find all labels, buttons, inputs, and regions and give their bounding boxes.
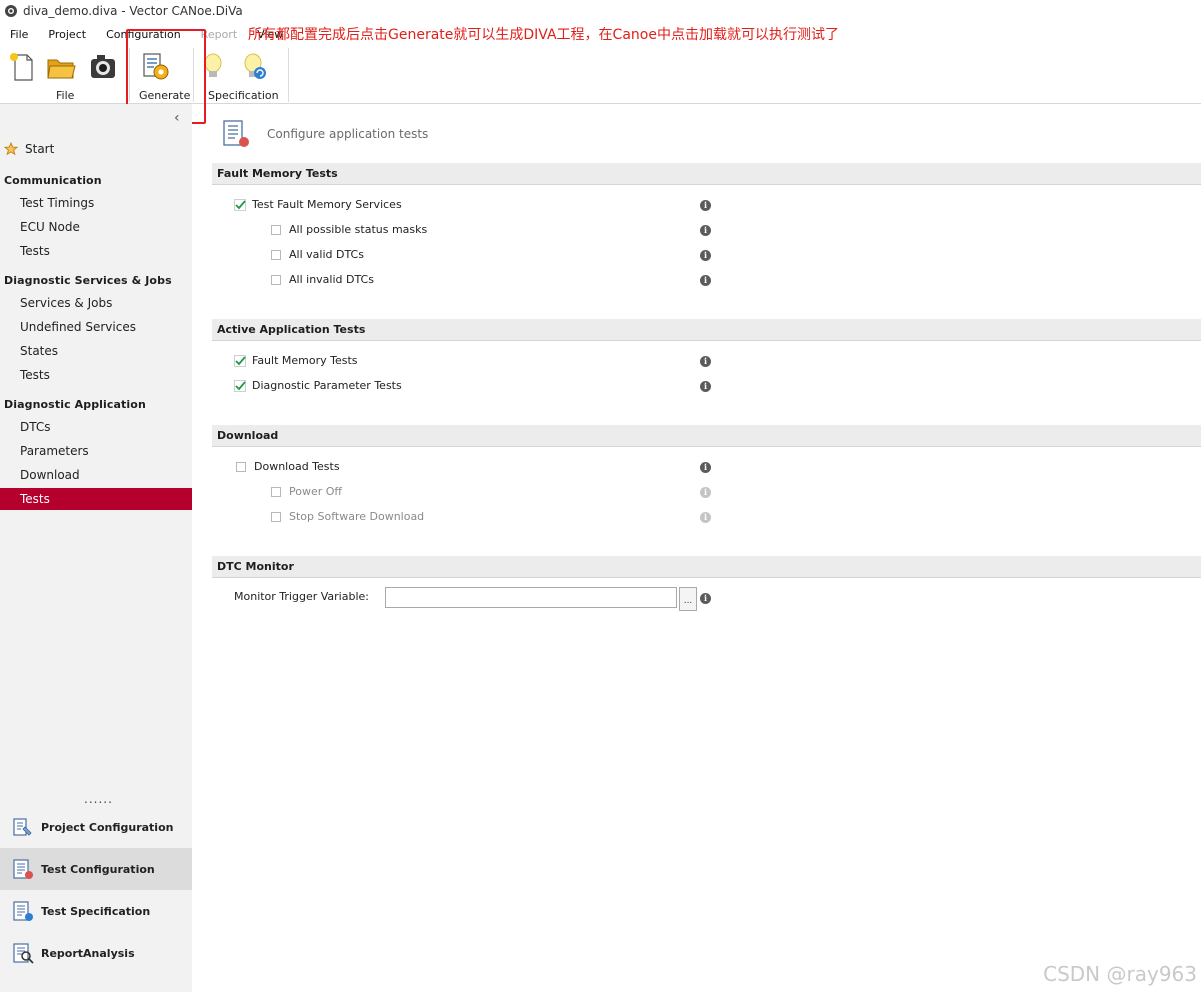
checkbox-stop-software-download[interactable]: Stop Software Download: [271, 510, 424, 523]
checkbox-label: Power Off: [289, 485, 342, 498]
sidebar-item-application-tests[interactable]: Tests: [0, 488, 192, 510]
star-icon: [4, 142, 18, 156]
sidebar-item-start[interactable]: Start: [4, 142, 54, 156]
nav-label: Test Specification: [41, 904, 151, 918]
nav-label: Project Configuration: [41, 820, 174, 834]
info-icon[interactable]: i: [700, 275, 711, 286]
nav-test-specification[interactable]: Test Specification: [0, 890, 192, 932]
sidebar-item-communication-tests[interactable]: Tests: [0, 240, 192, 262]
section-download: Download: [212, 425, 1201, 447]
checkbox-download-tests[interactable]: Download Tests: [236, 460, 340, 473]
checkbox-power-off[interactable]: Power Off: [271, 485, 342, 498]
checkbox-test-fault-memory-services[interactable]: Test Fault Memory Services: [234, 198, 402, 211]
checkbox-label: All valid DTCs: [289, 248, 364, 261]
checkbox-all-invalid-dtcs[interactable]: All invalid DTCs: [271, 273, 374, 286]
checkbox-box: [271, 486, 281, 497]
nav-report-analysis[interactable]: ReportAnalysis: [0, 932, 192, 974]
sidebar-item-label: Start: [25, 142, 55, 156]
section-active-application: Active Application Tests: [212, 319, 1201, 341]
sidebar-item-parameters[interactable]: Parameters: [0, 440, 192, 462]
checkmark-icon: [234, 379, 246, 392]
main-panel: Configure application tests Fault Memory…: [192, 104, 1201, 992]
sidebar-item-download[interactable]: Download: [0, 464, 192, 486]
test-specification-icon: [13, 901, 33, 921]
checkbox-box: [271, 511, 281, 522]
checkbox-label: Diagnostic Parameter Tests: [252, 379, 402, 392]
checkbox-label: Test Fault Memory Services: [252, 198, 402, 211]
sidebar-item-dtcs[interactable]: DTCs: [0, 416, 192, 438]
sidebar-item-test-timings[interactable]: Test Timings: [0, 192, 192, 214]
open-folder-icon[interactable]: [46, 52, 76, 82]
info-icon[interactable]: i: [700, 462, 711, 473]
project-configuration-icon: [13, 818, 32, 836]
monitor-trigger-label: Monitor Trigger Variable:: [234, 590, 369, 603]
checkbox-label: All possible status masks: [289, 223, 428, 236]
checkbox-box: [271, 224, 281, 235]
page-header: Configure application tests: [220, 118, 428, 150]
watermark: CSDN @ray963: [1043, 962, 1197, 986]
browse-button[interactable]: ...: [679, 587, 697, 611]
splitter-dots[interactable]: ......: [84, 792, 113, 806]
sidebar-section-communication: Communication: [4, 174, 102, 187]
checkbox-fault-memory-tests[interactable]: Fault Memory Tests: [234, 354, 358, 367]
lightbulb-refresh-icon[interactable]: [240, 52, 270, 82]
report-analysis-icon: [13, 943, 34, 964]
info-icon[interactable]: i: [700, 512, 711, 523]
page-title: Configure application tests: [267, 127, 429, 141]
sidebar-section-diagnostic-application: Diagnostic Application: [4, 398, 146, 411]
annotation-text: 所有都配置完成后点击Generate就可以生成DIVA工程，在Canoe中点击加…: [248, 27, 839, 43]
info-icon[interactable]: i: [700, 200, 711, 211]
test-configuration-icon: [13, 859, 33, 879]
sidebar-item-services-tests[interactable]: Tests: [0, 364, 192, 386]
checkbox-all-status-masks[interactable]: All possible status masks: [271, 223, 427, 236]
app-logo-icon: [5, 5, 17, 17]
info-icon[interactable]: i: [700, 381, 711, 392]
checkbox-label: Fault Memory Tests: [252, 354, 358, 367]
collapse-chevron-icon[interactable]: ‹: [174, 110, 180, 126]
info-icon[interactable]: i: [700, 356, 711, 367]
checkbox-diagnostic-parameter-tests[interactable]: Diagnostic Parameter Tests: [234, 379, 402, 392]
test-configuration-icon: [223, 120, 249, 147]
checkbox-all-valid-dtcs[interactable]: All valid DTCs: [271, 248, 364, 261]
checkbox-box: [236, 461, 246, 472]
checkbox-label: Download Tests: [254, 460, 340, 473]
checkbox-label: All invalid DTCs: [289, 273, 374, 286]
checkmark-icon: [234, 198, 246, 211]
checkmark-icon: [234, 354, 246, 367]
info-icon[interactable]: i: [700, 250, 711, 261]
nav-project-configuration[interactable]: Project Configuration: [0, 806, 192, 848]
checkbox-label: Stop Software Download: [289, 510, 425, 523]
window-title: diva_demo.diva - Vector CANoe.DiVa: [23, 4, 243, 18]
sidebar-section-diagnostic-services: Diagnostic Services & Jobs: [4, 274, 172, 287]
ribbon-separator: [288, 48, 289, 102]
info-icon[interactable]: i: [700, 593, 711, 604]
menu-project[interactable]: Project: [38, 28, 86, 41]
specification-button[interactable]: Specification: [208, 89, 279, 102]
nav-test-configuration[interactable]: Test Configuration: [0, 848, 192, 890]
checkbox-box: [271, 274, 281, 285]
save-camera-icon[interactable]: [88, 52, 118, 82]
section-dtc-monitor: DTC Monitor: [212, 556, 1201, 578]
sidebar: ‹ Start Communication Test Timings ECU N…: [0, 104, 192, 992]
title-bar: diva_demo.diva - Vector CANoe.DiVa: [0, 0, 1201, 22]
monitor-trigger-input[interactable]: [385, 587, 677, 608]
sidebar-item-states[interactable]: States: [0, 340, 192, 362]
checkbox-box: [271, 249, 281, 260]
sidebar-item-undefined-services[interactable]: Undefined Services: [0, 316, 192, 338]
info-icon[interactable]: i: [700, 487, 711, 498]
nav-label: Test Configuration: [41, 862, 155, 876]
ribbon-file-label: File: [56, 89, 75, 102]
info-icon[interactable]: i: [700, 225, 711, 236]
sidebar-item-services-jobs[interactable]: Services & Jobs: [0, 292, 192, 314]
menu-file[interactable]: File: [0, 28, 28, 41]
sidebar-item-ecu-node[interactable]: ECU Node: [0, 216, 192, 238]
new-file-icon[interactable]: [8, 52, 38, 82]
section-fault-memory: Fault Memory Tests: [212, 163, 1201, 185]
nav-label: ReportAnalysis: [41, 946, 135, 960]
